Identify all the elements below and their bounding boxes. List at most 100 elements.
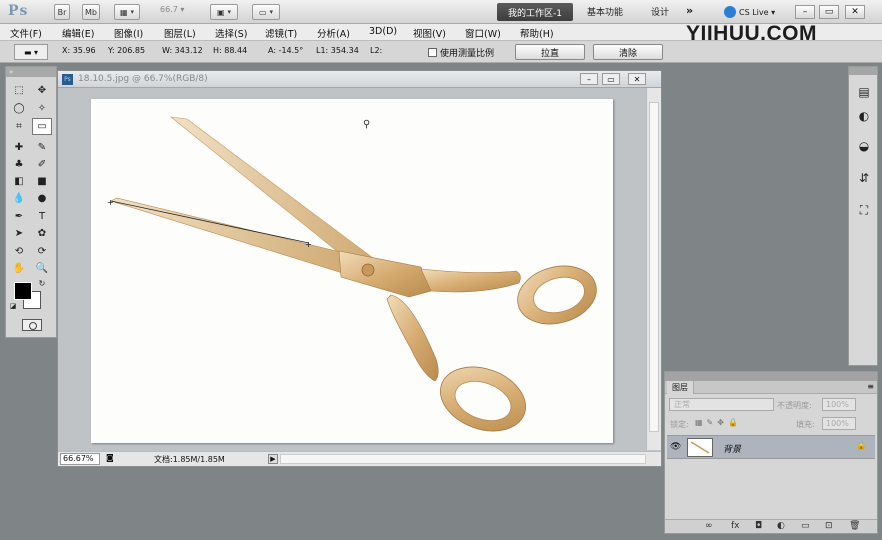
arrange-documents-button[interactable]: ▣ ▾ xyxy=(210,4,238,20)
document-title-bar[interactable]: Ps 18.10.5.jpg @ 66.7%(RGB/8) – ▭ ✕ xyxy=(58,71,661,88)
transform-panel-icon[interactable]: ⛶ xyxy=(854,201,874,219)
blur-tool-icon[interactable]: 💧 xyxy=(9,190,29,207)
maximize-button[interactable]: ▭ xyxy=(819,5,839,19)
quick-select-tool-icon[interactable]: ✧ xyxy=(32,100,52,117)
more-workspaces-button[interactable]: » xyxy=(686,4,693,17)
image-canvas[interactable]: + + ⚲ xyxy=(91,99,613,443)
adjustment-layer-icon[interactable]: ◐ xyxy=(777,521,785,531)
status-menu-arrow[interactable]: ▶ xyxy=(268,454,278,464)
menu-image[interactable]: 图像(I) xyxy=(114,26,143,40)
hand-tool-icon[interactable]: ✋ xyxy=(9,260,29,277)
tools-panel: » ⬚ ✥ ◯ ✧ ⌗ ▭ ✚ ✎ ♣ ✐ ◧ ■ 💧 ● ✒ T ➤ ✿ ⟲ … xyxy=(5,66,57,338)
use-measurement-scale-checkbox[interactable]: 使用测量比例 xyxy=(428,46,494,59)
doc-maximize-button[interactable]: ▭ xyxy=(602,73,620,85)
doc-close-button[interactable]: ✕ xyxy=(628,73,646,85)
marquee-tool-icon[interactable]: ⬚ xyxy=(9,82,29,99)
ruler-tool-icon[interactable]: ▭ xyxy=(32,118,52,135)
tool-preset-picker[interactable]: ▬ ▾ xyxy=(14,44,48,60)
shape-tool-icon[interactable]: ✿ xyxy=(32,225,52,242)
layer-row-background[interactable]: 👁 背景 🔒 xyxy=(667,435,875,459)
3d-rotate-tool-icon[interactable]: ⟲ xyxy=(9,243,29,260)
menu-view[interactable]: 视图(V) xyxy=(413,26,446,40)
new-group-icon[interactable]: ▭ xyxy=(801,521,810,531)
panel-menu-icon[interactable]: ≡ xyxy=(867,382,874,391)
vertical-scrollbar[interactable] xyxy=(646,88,661,450)
checkbox-label: 使用测量比例 xyxy=(440,49,495,59)
clear-button[interactable]: 清除 xyxy=(593,44,663,60)
menu-select[interactable]: 选择(S) xyxy=(215,26,247,40)
navigator-panel-icon[interactable]: ◐ xyxy=(854,107,874,125)
dock-header[interactable] xyxy=(849,67,877,75)
horizontal-scrollbar[interactable] xyxy=(280,454,646,464)
histogram-panel-icon[interactable]: ▤ xyxy=(854,83,874,101)
lock-icons[interactable]: ▦✎✥🔒 xyxy=(695,418,742,427)
add-mask-icon[interactable]: ◘ xyxy=(755,521,762,531)
default-colors-icon[interactable]: ◪ xyxy=(8,301,18,311)
blend-mode-select[interactable]: 正常 xyxy=(669,398,774,411)
link-layers-icon[interactable]: ∞ xyxy=(705,521,713,531)
zoom-tool-icon[interactable]: 🔍 xyxy=(32,260,52,277)
vertical-scroll-thumb[interactable] xyxy=(649,102,659,432)
menu-window[interactable]: 窗口(W) xyxy=(465,26,501,40)
status-icon: ◙ xyxy=(106,453,114,462)
lasso-tool-icon[interactable]: ◯ xyxy=(9,100,29,117)
close-button[interactable]: ✕ xyxy=(845,5,865,19)
channels-panel-icon[interactable]: ⇵ xyxy=(854,169,874,187)
chevron-down-icon: ▾ xyxy=(177,5,185,14)
workspace-essentials[interactable]: 基本功能 xyxy=(587,5,623,18)
svg-text:+: + xyxy=(305,240,312,249)
type-tool-icon[interactable]: T xyxy=(32,208,52,225)
straighten-button[interactable]: 拉直 xyxy=(515,44,585,60)
menu-filter[interactable]: 滤镜(T) xyxy=(265,26,297,40)
menu-edit[interactable]: 编辑(E) xyxy=(62,26,94,40)
menu-layer[interactable]: 图层(L) xyxy=(164,26,196,40)
color-panel-icon[interactable]: ◒ xyxy=(854,137,874,155)
cs-live-button[interactable]: CS Live ▾ xyxy=(724,4,775,20)
pen-tool-icon[interactable]: ✒ xyxy=(9,208,29,225)
layer-style-icon[interactable]: fx xyxy=(731,521,740,531)
zoom-percentage-field[interactable]: 66.67% xyxy=(60,453,100,465)
zoom-level-field[interactable]: 66.7 ▾ xyxy=(160,5,196,19)
crop-tool-icon[interactable]: ⌗ xyxy=(9,118,29,135)
clone-stamp-tool-icon[interactable]: ♣ xyxy=(9,156,29,173)
mini-bridge-button[interactable]: Mb xyxy=(82,4,100,20)
path-select-tool-icon[interactable]: ➤ xyxy=(9,225,29,242)
menu-file[interactable]: 文件(F) xyxy=(10,26,42,40)
history-brush-tool-icon[interactable]: ✐ xyxy=(32,156,52,173)
measure-x: X: 35.96 xyxy=(62,46,96,55)
layer-thumbnail xyxy=(687,438,713,457)
bridge-button[interactable]: Br xyxy=(54,4,70,20)
doc-minimize-button[interactable]: – xyxy=(580,73,598,85)
fill-field[interactable]: 100% xyxy=(822,417,856,430)
view-extras-button[interactable]: ▦ ▾ xyxy=(114,4,140,20)
dodge-tool-icon[interactable]: ● xyxy=(32,190,52,207)
3d-orbit-tool-icon[interactable]: ⟳ xyxy=(32,243,52,260)
move-tool-icon[interactable]: ✥ xyxy=(32,82,52,99)
menu-help[interactable]: 帮助(H) xyxy=(520,26,554,40)
menu-3d[interactable]: 3D(D) xyxy=(369,26,397,37)
opacity-field[interactable]: 100% xyxy=(822,398,856,411)
spot-healing-tool-icon[interactable]: ✚ xyxy=(9,139,29,156)
gradient-tool-icon[interactable]: ■ xyxy=(32,173,52,190)
layers-tab[interactable]: 图层 xyxy=(667,381,694,394)
swap-colors-icon[interactable]: ↻ xyxy=(36,277,48,289)
layers-panel-header[interactable] xyxy=(665,372,877,381)
eraser-tool-icon[interactable]: ◧ xyxy=(9,173,29,190)
screen-mode-button[interactable]: ▭ ▾ xyxy=(252,4,280,20)
workspace-active-button[interactable]: 我的工作区-1 xyxy=(497,3,573,21)
delete-layer-icon[interactable]: 🗑 xyxy=(849,521,860,531)
measure-length-2: L2: xyxy=(370,46,383,55)
guides-icon: ▦ xyxy=(119,7,128,17)
measure-angle: A: -14.5° xyxy=(268,46,304,55)
quick-mask-button[interactable] xyxy=(22,319,42,331)
minimize-button[interactable]: – xyxy=(795,5,815,19)
menu-analysis[interactable]: 分析(A) xyxy=(317,26,350,40)
screen-mode-icon: ▭ xyxy=(258,7,267,17)
tools-panel-header[interactable]: » xyxy=(6,67,56,77)
workspace-design[interactable]: 设计 xyxy=(651,5,669,18)
foreground-color-swatch[interactable] xyxy=(14,282,32,300)
visibility-eye-icon[interactable]: 👁 xyxy=(670,442,682,452)
new-layer-icon[interactable]: ⊡ xyxy=(825,521,833,531)
brush-tool-icon[interactable]: ✎ xyxy=(32,139,52,156)
layer-thumbnail-preview xyxy=(690,441,710,454)
